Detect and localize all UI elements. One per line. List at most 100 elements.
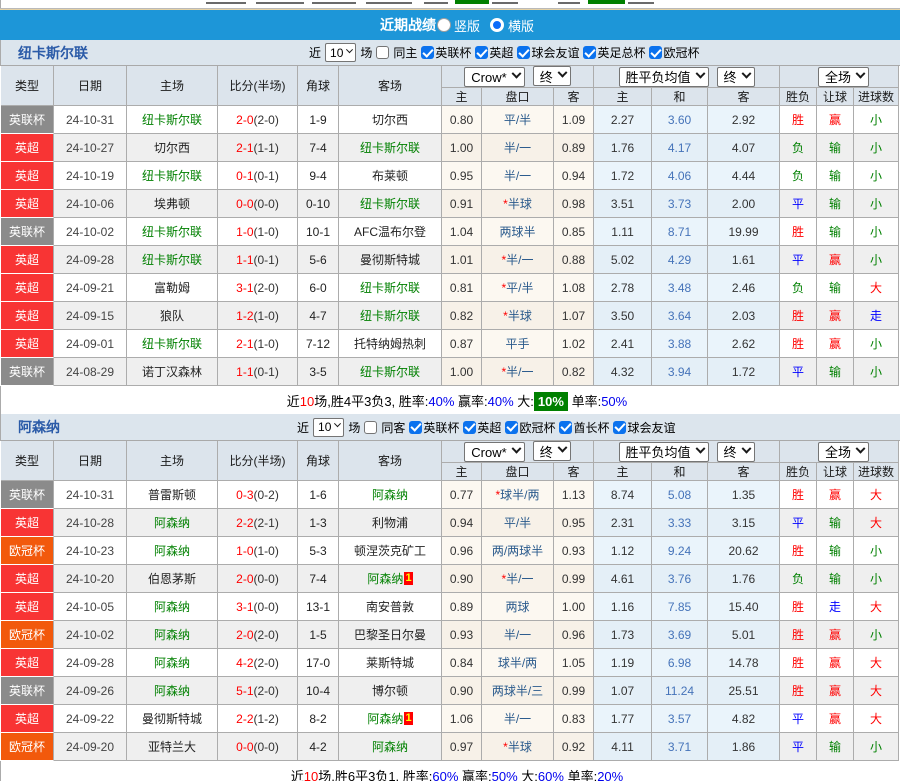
europe-odds-select[interactable]: 胜平负均值 — [618, 441, 709, 462]
summary-segment: 近 — [290, 768, 304, 781]
lose-avg-cell: 15.40 — [708, 593, 781, 621]
league-checkbox-label[interactable]: 欧冠杯 — [663, 44, 699, 61]
europe-final-select[interactable]: 终 — [716, 66, 755, 87]
win-avg-cell: 5.02 — [594, 246, 653, 274]
recent-count-select[interactable]: 10 — [325, 43, 357, 62]
corners-cell: 1-5 — [298, 621, 339, 649]
recent-count-select[interactable]: 10 — [313, 417, 345, 437]
bookmaker-select[interactable]: Crow* — [464, 442, 525, 462]
league-checkbox-label[interactable]: 酋长杯 — [573, 419, 609, 436]
league-checkbox-label[interactable]: 英联杯 — [423, 419, 459, 436]
league-checkbox-0[interactable] — [421, 46, 435, 59]
league-checkbox-label[interactable]: 英超 — [477, 419, 501, 436]
odds-sub-header: 主 — [442, 88, 482, 106]
europe-header-cell: 胜平负均值 终 — [594, 66, 781, 88]
same-venue-label[interactable]: 同客 — [381, 419, 405, 436]
league-checkbox-2[interactable] — [505, 420, 519, 434]
score-cell: 0-3(0-2) — [218, 481, 298, 509]
win-avg-cell: 1.16 — [594, 593, 653, 621]
match-row: 英超 24-09-15 狼队 1-2(1-0) 4-7 纽卡斯尔联 0.82 *半球 1.07 3… — [1, 302, 900, 330]
draw-avg-cell: 3.73 — [652, 190, 709, 218]
league-type-cell: 英联杯 — [1, 481, 54, 509]
league-checkbox-label[interactable]: 英超 — [489, 44, 513, 61]
league-type-cell: 欧冠杯 — [1, 537, 54, 565]
red-card-badge: 1 — [404, 572, 413, 585]
match-row: 英超 24-09-28 纽卡斯尔联 1-1(0-1) 5-6 曼彻斯特城 1.01 *半/一 0… — [1, 246, 900, 274]
chevron-down-icon — [695, 443, 705, 454]
league-checkbox-1[interactable] — [463, 420, 477, 434]
corners-cell: 17-0 — [298, 649, 339, 677]
europe-final-select[interactable]: 终 — [716, 441, 755, 462]
match-scope-select[interactable]: 全场 — [818, 441, 870, 462]
bookmaker-final-select-value: 终 — [539, 444, 553, 460]
handicap-cell: *半球 — [482, 302, 554, 330]
league-type-cell: 欧冠杯 — [1, 621, 54, 649]
match-scope-select[interactable]: 全场 — [818, 66, 870, 87]
draw-avg-cell: 4.06 — [652, 162, 709, 190]
away-team-cell: 博尔顿 — [339, 677, 442, 705]
result-cell: 胜 — [780, 481, 818, 509]
match-row: 英超 24-09-28 阿森纳 4-2(2-0) 17-0 莱斯特城 0.84 球半/两 1.0… — [1, 649, 900, 677]
score-cell: 2-2(2-1) — [218, 509, 298, 537]
summary-segment: 大: — [517, 768, 538, 781]
league-checkbox-0[interactable] — [409, 420, 423, 434]
home-odds-cell: 1.00 — [442, 134, 482, 162]
league-checkbox-4[interactable] — [613, 420, 627, 434]
summary-segment: 10% — [533, 391, 568, 411]
league-checkbox-3[interactable] — [583, 46, 597, 59]
previous-table-left-border — [0, 0, 1, 8]
home-team-cell: 阿森纳 — [127, 509, 218, 537]
result-cell: 平 — [780, 705, 818, 733]
home-odds-cell: 0.81 — [442, 274, 482, 302]
same-venue-checkbox[interactable] — [376, 46, 390, 59]
date-cell: 24-10-23 — [54, 537, 127, 565]
bookmaker-select[interactable]: Crow* — [464, 67, 525, 87]
draw-avg-cell: 5.08 — [652, 481, 709, 509]
europe-odds-select[interactable]: 胜平负均值 — [618, 66, 709, 87]
corners-cell: 5-6 — [298, 246, 339, 274]
league-checkbox-2[interactable] — [517, 46, 531, 59]
score-cell: 2-2(1-2) — [218, 705, 298, 733]
away-team-cell: 纽卡斯尔联 — [339, 274, 442, 302]
clipped-green-percent-box — [455, 0, 489, 4]
team-label: 纽卡斯尔联 — [141, 225, 202, 239]
league-checkbox-1[interactable] — [475, 46, 489, 59]
corners-cell: 7-4 — [298, 134, 339, 162]
league-checkbox-label[interactable]: 英足总杯 — [597, 44, 645, 61]
bookmaker-final-select[interactable]: 终 — [532, 66, 571, 86]
result-cell: 负 — [780, 134, 818, 162]
summary-segment: 40% — [428, 393, 455, 409]
vertical-layout-radio[interactable] — [436, 18, 451, 32]
league-checkbox-4[interactable] — [649, 46, 663, 59]
corners-cell: 1-9 — [298, 106, 339, 134]
goals-result-cell: 大 — [854, 593, 900, 621]
score-cell: 4-2(2-0) — [218, 649, 298, 677]
draw-avg-cell: 3.48 — [652, 274, 709, 302]
section-header-row: 阿森纳 近 10 场 同客 英联杯 英超 欧冠杯 酋长杯 球会友谊 — [0, 414, 900, 441]
match-scope-select-value: 全场 — [825, 70, 852, 85]
handicap-cell: 两/两球半 — [482, 537, 554, 565]
league-checkbox-label[interactable]: 球会友谊 — [531, 44, 579, 61]
vertical-layout-label[interactable]: 竖版 — [454, 16, 480, 35]
team-label: 亚特兰大 — [147, 740, 196, 754]
handicap-cell: *平/半 — [482, 274, 554, 302]
same-venue-checkbox[interactable] — [364, 420, 378, 434]
league-checkbox-label[interactable]: 球会友谊 — [627, 419, 675, 436]
league-type-cell: 英联杯 — [1, 358, 54, 386]
match-row: 英超 24-09-22 曼彻斯特城 2-2(1-2) 8-2 阿森纳 1 1.06 半/一 0.8… — [1, 705, 900, 733]
bookmaker-final-select[interactable]: 终 — [532, 441, 571, 461]
lose-avg-cell: 4.07 — [708, 134, 781, 162]
recent-count-select-value: 10 — [330, 45, 344, 60]
away-team-cell: 莱斯特城 — [339, 649, 442, 677]
same-venue-label[interactable]: 同主 — [393, 44, 417, 61]
league-checkbox-label[interactable]: 英联杯 — [435, 44, 471, 61]
team-label: 阿森纳 — [367, 712, 404, 726]
horizontal-layout-label[interactable]: 横版 — [508, 16, 534, 35]
horizontal-layout-radio[interactable] — [490, 18, 504, 32]
summary-segment: 60% — [432, 768, 459, 781]
league-checkbox-label[interactable]: 欧冠杯 — [519, 419, 555, 436]
win-avg-cell: 1.07 — [594, 677, 653, 705]
league-checkbox-3[interactable] — [559, 420, 573, 434]
europe-sub-header: 主 — [594, 463, 653, 481]
handicap-result-cell: 输 — [817, 565, 855, 593]
